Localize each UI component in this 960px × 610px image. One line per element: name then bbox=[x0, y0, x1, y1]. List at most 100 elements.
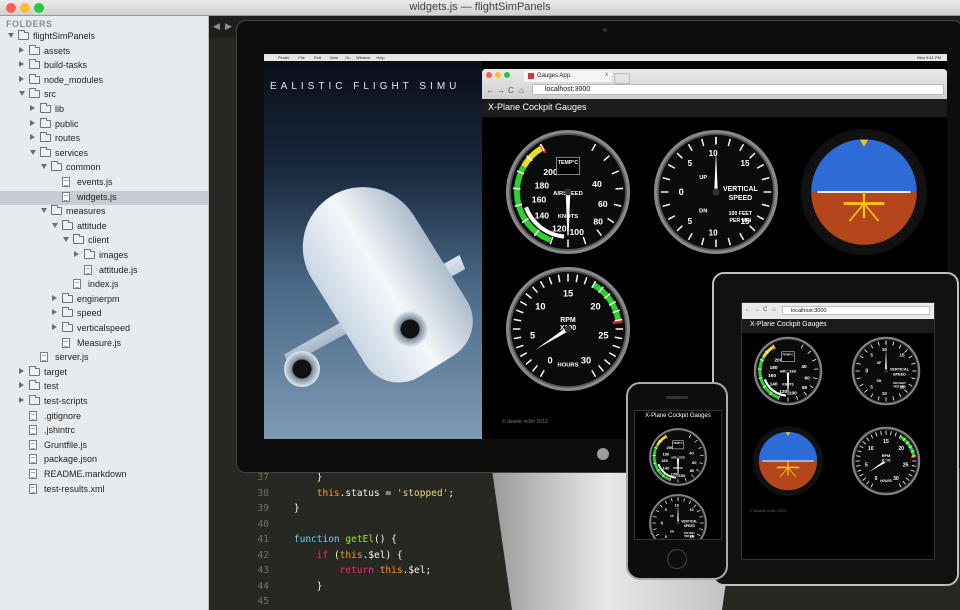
ipad-address-bar[interactable]: localhost:3000 bbox=[782, 306, 930, 315]
disclosure-closed-icon[interactable] bbox=[52, 309, 57, 316]
tree-item[interactable]: server.js bbox=[0, 351, 208, 365]
tree-item[interactable]: .gitignore bbox=[0, 410, 208, 424]
tree-item[interactable]: verticalspeed bbox=[0, 322, 208, 336]
ipad-forward-button[interactable]: → bbox=[754, 307, 760, 313]
disclosure-open-icon[interactable] bbox=[30, 149, 36, 155]
code-line[interactable]: this.status = 'stopped'; bbox=[271, 488, 454, 499]
iphone-home-button[interactable] bbox=[667, 549, 687, 569]
disclosure-closed-icon[interactable] bbox=[19, 367, 24, 374]
airspeed-gauge: 406080100120140160180200TEMP°CAIRSPEEDKN… bbox=[649, 428, 707, 486]
menubar-item[interactable]: Window bbox=[356, 55, 370, 60]
code-line[interactable]: if (this.$el) { bbox=[271, 550, 403, 561]
code-line[interactable]: } bbox=[271, 581, 323, 592]
disclosure-closed-icon[interactable] bbox=[30, 119, 35, 126]
menubar-item[interactable]: Go bbox=[345, 55, 350, 60]
tree-item[interactable]: build-tasks bbox=[0, 59, 208, 73]
code-line[interactable]: return this.$el; bbox=[271, 565, 432, 576]
disclosure-closed-icon[interactable] bbox=[74, 251, 79, 257]
forward-button[interactable]: → bbox=[497, 86, 505, 95]
tree-item[interactable]: Gruntfile.js bbox=[0, 439, 208, 453]
rpm-hours-label: HOURS bbox=[880, 479, 892, 483]
browser-zoom-button[interactable] bbox=[504, 72, 510, 78]
code-line[interactable]: } bbox=[271, 503, 300, 514]
tree-item[interactable]: client bbox=[0, 234, 208, 248]
airspeed-tick-label: 80 bbox=[690, 468, 695, 473]
tree-item[interactable]: .jshintrc bbox=[0, 424, 208, 438]
disclosure-closed-icon[interactable] bbox=[19, 397, 24, 403]
file-icon bbox=[84, 264, 92, 275]
menubar-item[interactable]: File bbox=[298, 55, 304, 60]
tree-item[interactable]: test-results.xml bbox=[0, 483, 208, 497]
browser-tab[interactable]: Gauges App. x bbox=[524, 71, 612, 82]
folder-icon bbox=[62, 292, 73, 303]
tree-item[interactable]: routes bbox=[0, 132, 208, 146]
disclosure-closed-icon[interactable] bbox=[19, 61, 24, 68]
disclosure-closed-icon[interactable] bbox=[52, 294, 57, 301]
tree-item[interactable]: public bbox=[0, 117, 208, 132]
tree-item[interactable]: images bbox=[0, 249, 208, 263]
file-icon bbox=[62, 177, 70, 187]
tree-item[interactable]: README.markdown bbox=[0, 468, 208, 482]
disclosure-closed-icon[interactable] bbox=[30, 134, 35, 141]
tree-item-label: server.js bbox=[55, 352, 89, 363]
nav-back-icon[interactable]: ◀ bbox=[213, 21, 220, 32]
tree-item[interactable]: node_modules bbox=[0, 73, 208, 88]
nav-forward-icon[interactable]: ▶ bbox=[225, 21, 232, 32]
tree-item[interactable]: src bbox=[0, 88, 208, 102]
disclosure-open-icon[interactable] bbox=[41, 208, 47, 214]
tree-item[interactable]: target bbox=[0, 365, 208, 380]
tree-item[interactable]: lib bbox=[0, 103, 208, 117]
back-button[interactable]: ← bbox=[486, 86, 494, 95]
code-line[interactable]: function getEl() { bbox=[271, 534, 397, 545]
tree-item[interactable]: assets bbox=[0, 44, 208, 59]
disclosure-open-icon[interactable] bbox=[52, 222, 58, 228]
home-button[interactable]: ⌂ bbox=[519, 86, 524, 95]
tree-item[interactable]: flightSimPanels bbox=[0, 30, 208, 44]
browser-close-button[interactable] bbox=[486, 72, 492, 78]
menubar-item[interactable]: Edit bbox=[314, 55, 321, 60]
tree-item-label: .gitignore bbox=[44, 410, 82, 421]
new-tab-button[interactable] bbox=[614, 73, 630, 84]
tree-item[interactable]: speed bbox=[0, 307, 208, 321]
tree-item[interactable]: measures bbox=[0, 205, 208, 219]
disclosure-open-icon[interactable] bbox=[41, 164, 47, 170]
reload-button[interactable]: C bbox=[508, 86, 514, 95]
tree-item[interactable]: package.json bbox=[0, 453, 208, 467]
tree-item[interactable]: events.js bbox=[0, 176, 208, 190]
disclosure-open-icon[interactable] bbox=[63, 237, 69, 243]
menubar-item[interactable]: Help bbox=[376, 55, 384, 60]
airspeed-tick-label: 100 bbox=[789, 391, 797, 397]
folder-icon bbox=[51, 161, 62, 172]
tree-item[interactable]: test-scripts bbox=[0, 395, 208, 409]
disclosure-open-icon[interactable] bbox=[8, 33, 14, 38]
airspeed-tick-label: 120 bbox=[552, 223, 567, 233]
tree-item[interactable]: widgets.js bbox=[0, 190, 208, 205]
disclosure-closed-icon[interactable] bbox=[19, 382, 24, 389]
code-line[interactable]: } bbox=[271, 472, 323, 483]
disclosure-closed-icon[interactable] bbox=[19, 75, 24, 82]
tree-item[interactable]: common bbox=[0, 161, 208, 175]
tree-item[interactable]: attitude bbox=[0, 219, 208, 234]
address-bar[interactable]: localhost:3000 bbox=[532, 84, 944, 95]
tree-item[interactable]: Measure.js bbox=[0, 337, 208, 351]
tree-item[interactable]: enginerpm bbox=[0, 292, 208, 307]
ipad-page-header: X-Plane Cockpit Gauges bbox=[742, 319, 934, 333]
tree-item[interactable]: test bbox=[0, 380, 208, 394]
tab-close-icon[interactable]: x bbox=[605, 72, 608, 78]
rpm-tick-label: 0 bbox=[547, 356, 552, 366]
ipad-back-button[interactable]: ← bbox=[745, 307, 751, 313]
airspeed-tick-label: 120 bbox=[671, 471, 679, 476]
tree-item[interactable]: services bbox=[0, 146, 208, 161]
menubar-item[interactable]: View bbox=[330, 55, 339, 60]
disclosure-closed-icon[interactable] bbox=[19, 46, 24, 53]
ipad-reload-button[interactable]: C bbox=[763, 307, 767, 313]
iphone-page-title: X-Plane Cockpit Gauges bbox=[645, 413, 711, 419]
tree-item[interactable]: index.js bbox=[0, 278, 208, 292]
ipad-home-button[interactable]: ⌂ bbox=[772, 307, 776, 313]
menubar-item[interactable]: Finder bbox=[278, 55, 289, 60]
tree-item[interactable]: attitude.js bbox=[0, 264, 208, 278]
browser-minimize-button[interactable] bbox=[495, 72, 501, 78]
disclosure-open-icon[interactable] bbox=[19, 91, 25, 97]
disclosure-closed-icon[interactable] bbox=[30, 105, 35, 111]
disclosure-closed-icon[interactable] bbox=[52, 324, 57, 330]
